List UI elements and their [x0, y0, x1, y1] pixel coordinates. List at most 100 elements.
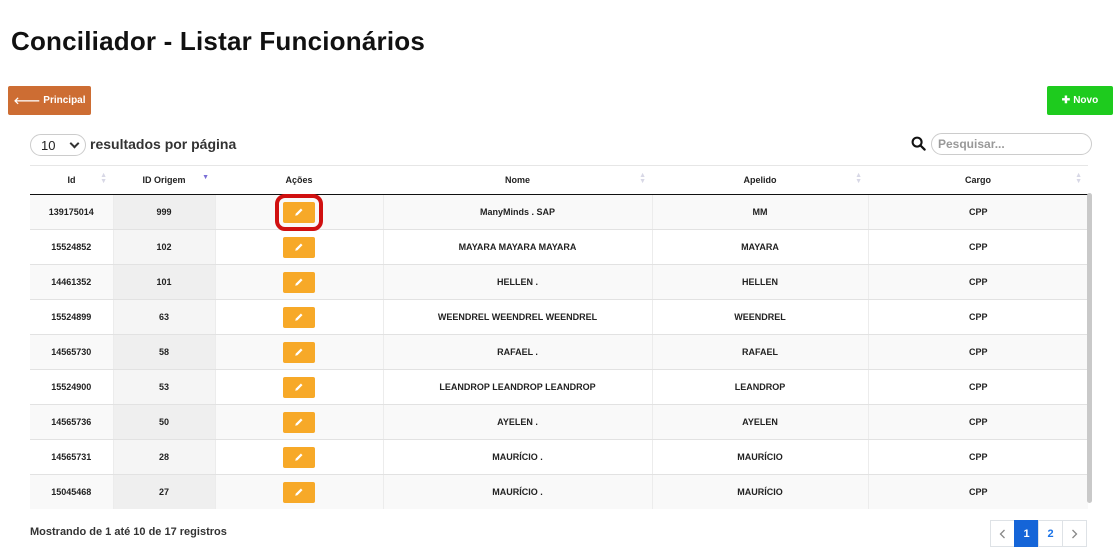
- cell-nome: LEANDROP LEANDROP LEANDROP: [383, 369, 653, 405]
- cell-acoes: [215, 193, 384, 231]
- cell-acoes: [215, 439, 384, 475]
- chevron-left-icon: [999, 529, 1005, 538]
- cell-nome: RAFAEL .: [383, 334, 653, 370]
- column-header-label: Nome: [504, 175, 530, 185]
- cell-cargo: CPP: [868, 299, 1088, 335]
- pagination-prev[interactable]: [990, 520, 1015, 547]
- cell-cargo: CPP: [868, 369, 1088, 405]
- employees-table: Id ▲ ▼ ID Origem ▼ Ações Nome ▲ ▼ Apelido ▲ ▼ C…: [30, 165, 1088, 509]
- cell-apelido: AYELEN: [652, 404, 869, 440]
- plus-icon: ✚: [1061, 95, 1071, 106]
- edit-button[interactable]: [283, 481, 315, 503]
- cell-cargo: CPP: [868, 229, 1088, 265]
- cell-id: 14565736: [30, 404, 114, 440]
- page-length-label: resultados por página: [90, 136, 237, 152]
- column-header-id-origem[interactable]: ID Origem ▼: [113, 165, 215, 195]
- sort-icon: ▲ ▼: [855, 172, 862, 185]
- cell-origem: 50: [113, 404, 216, 440]
- cell-acoes: [215, 229, 384, 265]
- edit-button[interactable]: [283, 446, 315, 468]
- table-row: 15524852 102 MAYARA MAYARA MAYARA MAYARA CPP: [30, 229, 1088, 265]
- edit-button[interactable]: [283, 376, 315, 398]
- cell-id: 15524852: [30, 229, 114, 265]
- cell-acoes: [215, 404, 384, 440]
- pencil-icon: [295, 488, 303, 496]
- cell-apelido: LEANDROP: [652, 369, 869, 405]
- search-input[interactable]: [931, 133, 1092, 155]
- cell-origem: 28: [113, 439, 216, 475]
- cell-apelido: RAFAEL: [652, 334, 869, 370]
- column-header-apelido[interactable]: Apelido ▲ ▼: [652, 165, 868, 195]
- pencil-icon: [295, 313, 303, 321]
- sort-desc-icon: ▼: [202, 174, 209, 181]
- pagination-page-1[interactable]: 1: [1014, 520, 1039, 547]
- cell-origem: 27: [113, 474, 216, 509]
- cell-id: 14461352: [30, 264, 114, 300]
- cell-origem: 101: [113, 264, 216, 300]
- cell-origem: 999: [113, 194, 216, 230]
- sort-icon: ▲ ▼: [639, 172, 646, 185]
- column-header-acoes: Ações: [215, 165, 383, 195]
- pencil-icon: [295, 243, 303, 251]
- cell-acoes: [215, 474, 384, 509]
- pencil-icon: [295, 348, 303, 356]
- principal-button[interactable]: 🡐 Principal: [8, 86, 91, 115]
- column-header-label: Apelido: [743, 175, 777, 185]
- pencil-icon: [295, 278, 303, 286]
- column-header-cargo[interactable]: Cargo ▲ ▼: [868, 165, 1088, 195]
- edit-button[interactable]: [283, 306, 315, 328]
- cell-apelido: MAURÍCIO: [652, 439, 869, 475]
- table-scrollbar[interactable]: [1087, 193, 1092, 503]
- edit-button[interactable]: [283, 411, 315, 433]
- cell-apelido: WEENDREL: [652, 299, 869, 335]
- cell-cargo: CPP: [868, 439, 1088, 475]
- column-header-id[interactable]: Id ▲ ▼: [30, 165, 113, 195]
- chevron-down-icon: [69, 138, 80, 149]
- cell-id: 139175014: [30, 194, 114, 230]
- table-row: 139175014 999 ManyMinds . SAP MM CPP: [30, 193, 1088, 231]
- cell-cargo: CPP: [868, 404, 1088, 440]
- cell-origem: 53: [113, 369, 216, 405]
- cell-nome: MAURÍCIO .: [383, 474, 653, 509]
- cell-acoes: [215, 264, 384, 300]
- cell-nome: MAYARA MAYARA MAYARA: [383, 229, 653, 265]
- cell-id: 15524900: [30, 369, 114, 405]
- table-row: 15524899 63 WEENDREL WEENDREL WEENDREL WEEN…: [30, 299, 1088, 335]
- cell-apelido: MAURÍCIO: [652, 474, 869, 509]
- column-header-label: Ações: [285, 175, 313, 185]
- employees-table-wrapper: Id ▲ ▼ ID Origem ▼ Ações Nome ▲ ▼ Apelido ▲ ▼ C…: [30, 165, 1091, 509]
- table-info: Mostrando de 1 até 10 de 17 registros: [30, 526, 227, 538]
- cell-nome: MAURÍCIO .: [383, 439, 653, 475]
- principal-button-label: Principal: [43, 95, 86, 106]
- table-body: 139175014 999 ManyMinds . SAP MM CPP 15524852…: [30, 193, 1088, 509]
- cell-acoes: [215, 334, 384, 370]
- column-header-nome[interactable]: Nome ▲ ▼: [383, 165, 652, 195]
- cell-apelido: HELLEN: [652, 264, 869, 300]
- edit-button[interactable]: [283, 236, 315, 258]
- cell-cargo: CPP: [868, 474, 1088, 509]
- cell-cargo: CPP: [868, 194, 1088, 230]
- pencil-icon: [295, 418, 303, 426]
- pagination-next[interactable]: [1062, 520, 1087, 547]
- cell-cargo: CPP: [868, 264, 1088, 300]
- new-button-label: Novo: [1073, 95, 1099, 106]
- cell-nome: HELLEN .: [383, 264, 653, 300]
- table-row: 14565736 50 AYELEN . AYELEN CPP: [30, 404, 1088, 440]
- page-length-select[interactable]: 10: [30, 134, 86, 156]
- edit-button[interactable]: [283, 271, 315, 293]
- column-header-label: Id: [67, 175, 76, 185]
- new-button[interactable]: ✚ Novo: [1047, 86, 1113, 115]
- edit-button[interactable]: [275, 193, 323, 231]
- pencil-icon: [295, 208, 303, 216]
- cell-id: 15045468: [30, 474, 114, 509]
- page-length-value: 10: [41, 137, 56, 153]
- table-row: 15045468 27 MAURÍCIO . MAURÍCIO CPP: [30, 474, 1088, 509]
- cell-nome: AYELEN .: [383, 404, 653, 440]
- cell-nome: WEENDREL WEENDREL WEENDREL: [383, 299, 653, 335]
- pagination-page-2[interactable]: 2: [1038, 520, 1063, 547]
- table-row: 15524900 53 LEANDROP LEANDROP LEANDROP LEAN…: [30, 369, 1088, 405]
- edit-button[interactable]: [283, 341, 315, 363]
- cell-apelido: MAYARA: [652, 229, 869, 265]
- chevron-right-icon: [1072, 529, 1078, 538]
- cell-apelido: MM: [652, 194, 869, 230]
